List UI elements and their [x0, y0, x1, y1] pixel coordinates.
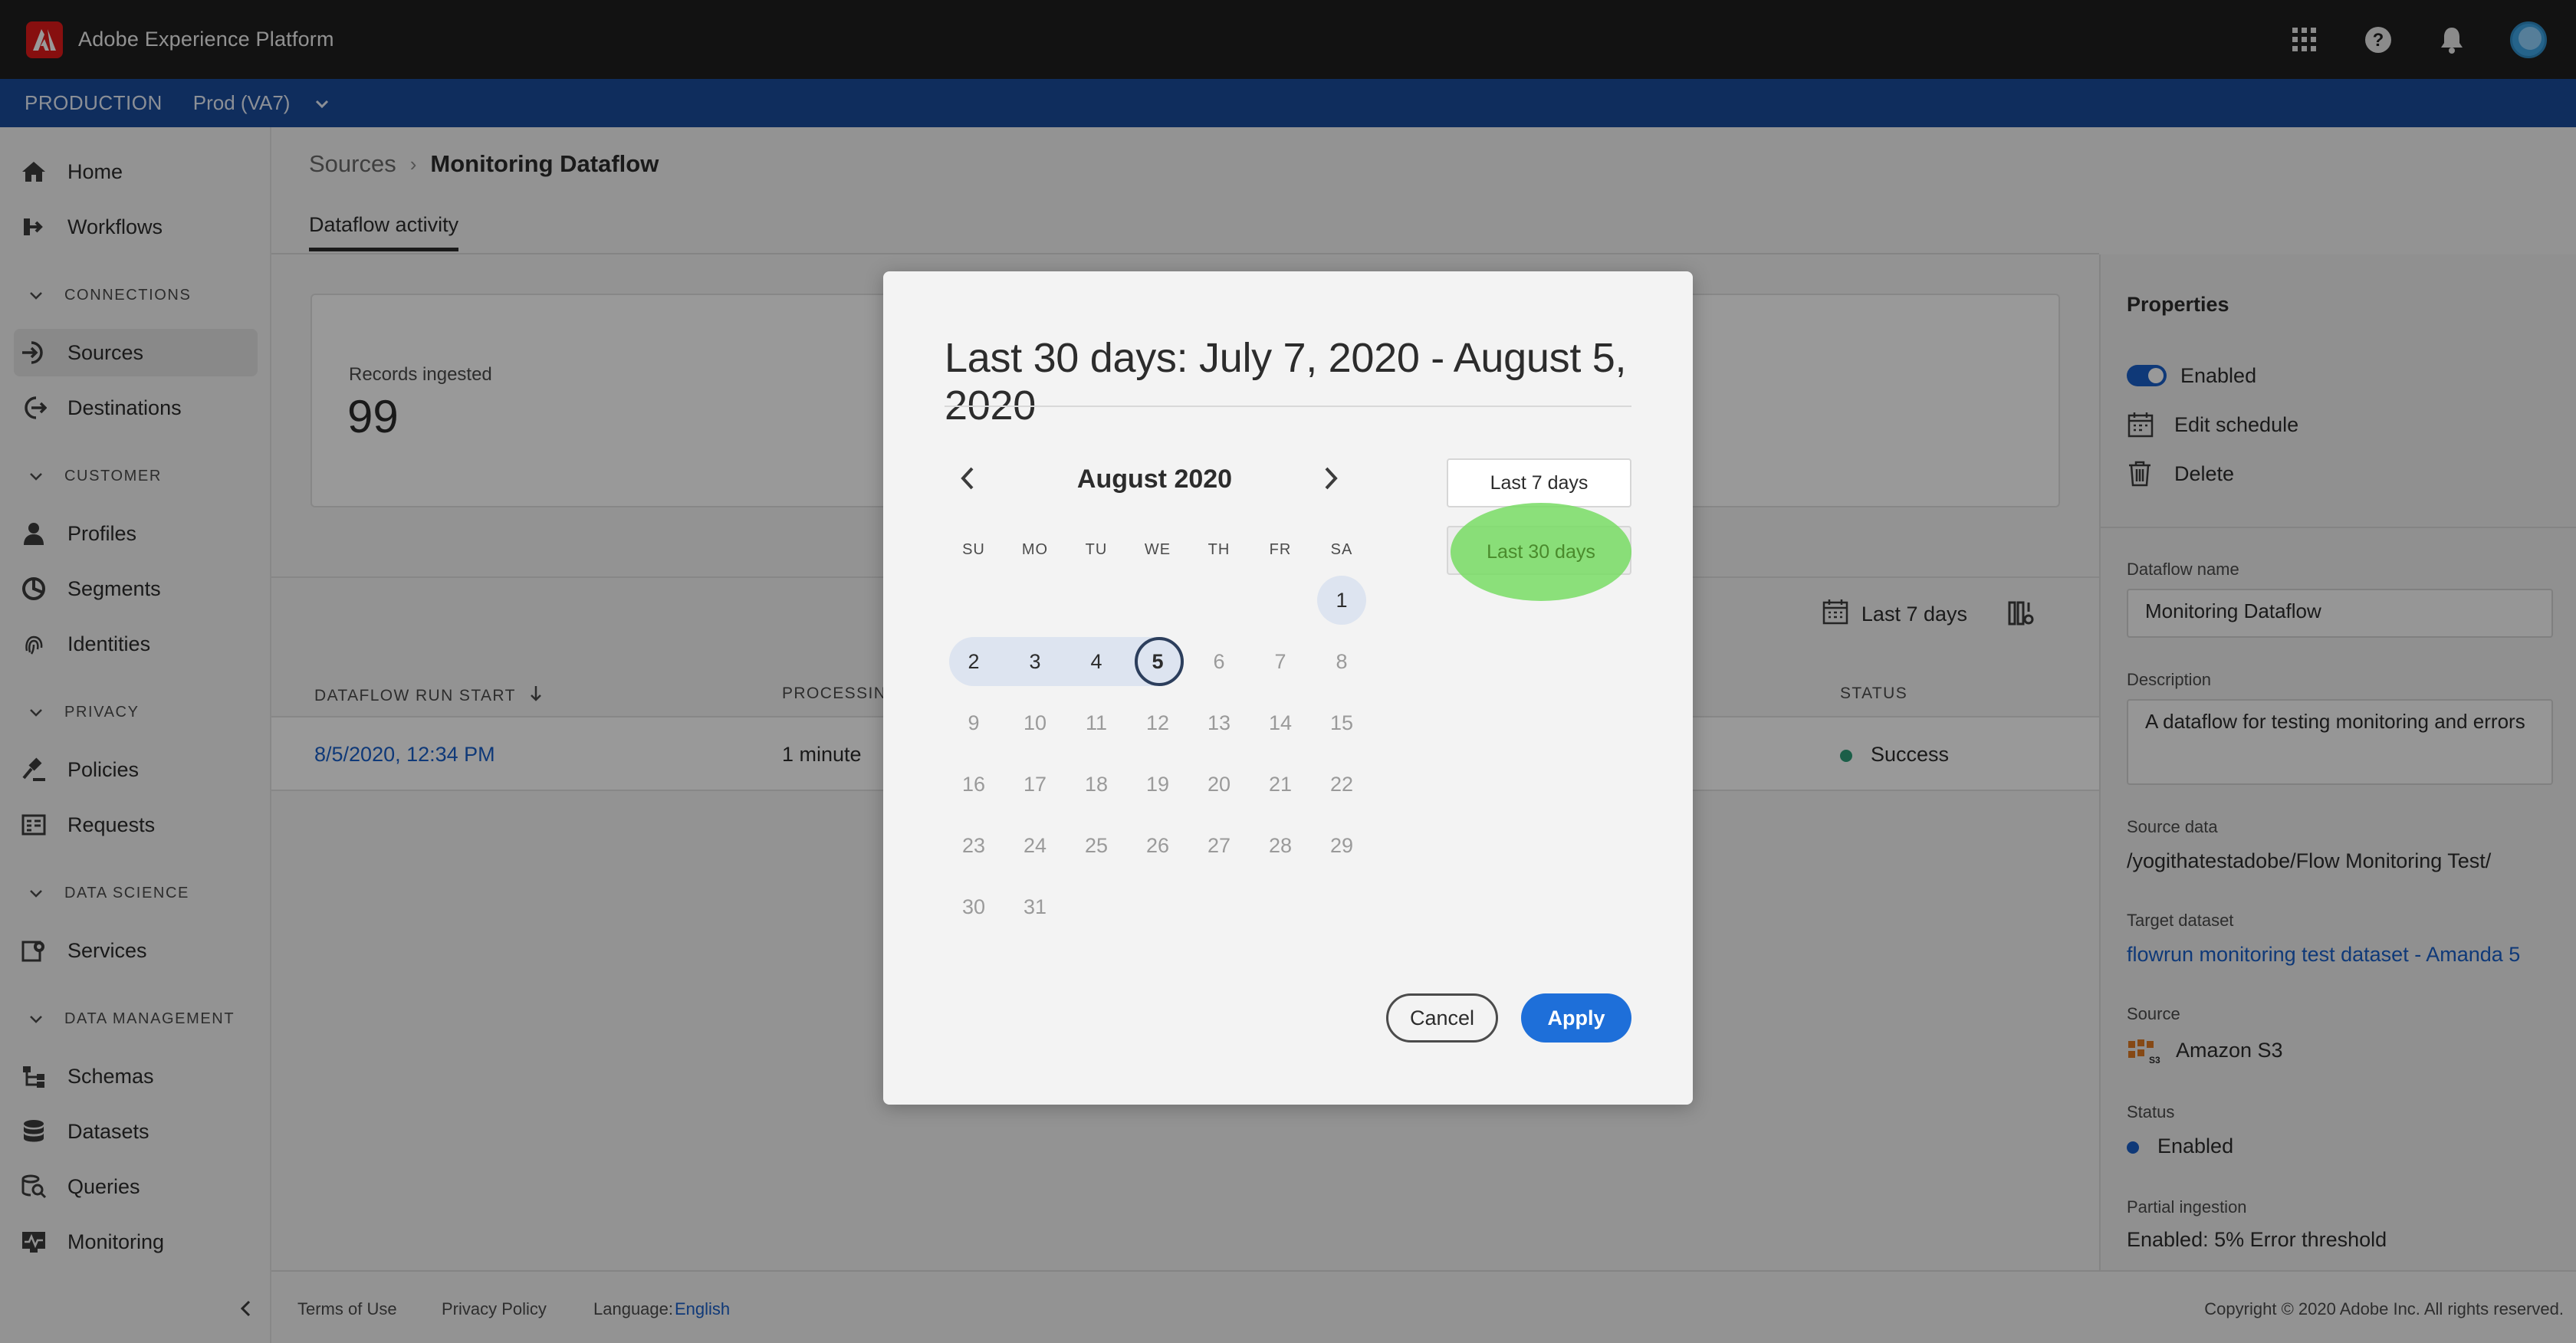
- calendar-day[interactable]: 29: [1317, 821, 1366, 870]
- cancel-button[interactable]: Cancel: [1386, 993, 1498, 1043]
- calendar-day[interactable]: 30: [949, 882, 998, 931]
- calendar-day[interactable]: 15: [1317, 698, 1366, 747]
- next-month-chevron-icon[interactable]: [1316, 463, 1346, 494]
- calendar-day[interactable]: 11: [1072, 698, 1121, 747]
- calendar-day[interactable]: 23: [949, 821, 998, 870]
- calendar-day[interactable]: 10: [1010, 698, 1060, 747]
- calendar-day[interactable]: 14: [1256, 698, 1305, 747]
- weekday-header: SA: [1330, 541, 1353, 558]
- calendar-day[interactable]: 12: [1133, 698, 1182, 747]
- weekday-header: SU: [962, 541, 985, 558]
- calendar-day[interactable]: 2: [949, 637, 998, 686]
- dialog-title: Last 30 days: July 7, 2020 - August 5, 2…: [945, 335, 1627, 429]
- calendar-day[interactable]: 24: [1010, 821, 1060, 870]
- calendar-day[interactable]: 19: [1133, 760, 1182, 809]
- calendar-day[interactable]: 20: [1194, 760, 1244, 809]
- date-range-dialog: Last 30 days: July 7, 2020 - August 5, 2…: [883, 271, 1693, 1105]
- calendar-day[interactable]: 1: [1317, 576, 1366, 625]
- preset-last-30-days-button[interactable]: Last 30 days: [1451, 503, 1631, 601]
- calendar-day[interactable]: 8: [1317, 637, 1366, 686]
- apply-button[interactable]: Apply: [1521, 993, 1631, 1043]
- previous-month-chevron-icon[interactable]: [952, 463, 983, 494]
- calendar-day[interactable]: 9: [949, 698, 998, 747]
- calendar-day[interactable]: 4: [1072, 637, 1121, 686]
- calendar-day[interactable]: 26: [1133, 821, 1182, 870]
- calendar-day[interactable]: 6: [1194, 637, 1244, 686]
- preset-last-7-days-button[interactable]: Last 7 days: [1447, 458, 1631, 507]
- dialog-title-divider: [945, 406, 1631, 407]
- calendar-day[interactable]: 22: [1317, 760, 1366, 809]
- calendar-day[interactable]: 18: [1072, 760, 1121, 809]
- weekday-header: TU: [1085, 541, 1108, 558]
- weekday-header: MO: [1021, 541, 1049, 558]
- calendar-day[interactable]: 31: [1010, 882, 1060, 931]
- weekday-header: TH: [1208, 541, 1230, 558]
- calendar-day[interactable]: 17: [1010, 760, 1060, 809]
- calendar-day[interactable]: 27: [1194, 821, 1244, 870]
- calendar-day[interactable]: 3: [1010, 637, 1060, 686]
- weekday-header: WE: [1144, 541, 1171, 558]
- calendar-day[interactable]: 7: [1256, 637, 1305, 686]
- calendar-day[interactable]: 5: [1133, 637, 1182, 686]
- calendar-day[interactable]: 13: [1194, 698, 1244, 747]
- calendar-month-title: August 2020: [1076, 465, 1233, 494]
- calendar-day[interactable]: 25: [1072, 821, 1121, 870]
- calendar-day[interactable]: 28: [1256, 821, 1305, 870]
- calendar-day[interactable]: 21: [1256, 760, 1305, 809]
- calendar-day[interactable]: 16: [949, 760, 998, 809]
- weekday-header: FR: [1269, 541, 1292, 558]
